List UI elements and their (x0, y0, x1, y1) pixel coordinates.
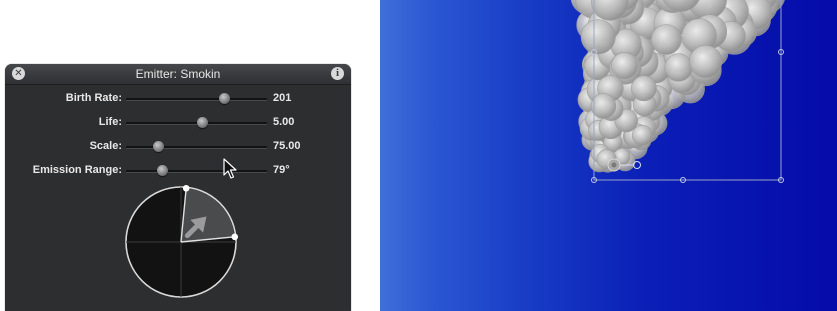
life-value[interactable]: 5.00 (273, 116, 294, 128)
birth-rate-slider-track[interactable] (126, 98, 267, 101)
scale-label: Scale: (89, 140, 122, 152)
emitter-hud-panel: ✕ Emitter: Smokin i Birth Rate: 201 Life… (5, 64, 351, 311)
mouse-pointer-icon (223, 158, 237, 179)
scale-value[interactable]: 75.00 (273, 140, 301, 152)
life-slider-thumb[interactable] (196, 117, 208, 128)
smoke-particle (631, 124, 653, 146)
birth-rate-label: Birth Rate: (65, 92, 122, 104)
range-handle-end[interactable] (231, 233, 239, 241)
emission-angle-dial[interactable] (123, 184, 239, 300)
life-label: Life: (98, 116, 122, 128)
smoke-particles (570, 0, 785, 173)
smoke-particle-emitter[interactable] (380, 0, 837, 311)
emission-range-slider-thumb[interactable] (157, 165, 169, 176)
smoke-particle (689, 44, 723, 79)
scale-slider-track[interactable] (126, 146, 267, 149)
emission-range-value[interactable]: 79° (273, 164, 290, 176)
param-row-life: Life: 5.00 (5, 115, 351, 131)
smoke-particle (650, 24, 682, 55)
birth-rate-value[interactable]: 201 (273, 92, 291, 104)
param-row-birth-rate: Birth Rate: 201 (5, 91, 351, 107)
emission-range-label: Emission Range: (32, 164, 122, 176)
smoke-particle (611, 52, 639, 80)
smoke-particle (664, 53, 693, 82)
range-handle-start[interactable] (182, 184, 190, 192)
param-row-scale: Scale: 75.00 (5, 139, 351, 155)
hud-title: Emitter: Smokin (135, 67, 221, 81)
hud-titlebar[interactable]: ✕ Emitter: Smokin i (5, 64, 351, 85)
emission-range-slider-track[interactable] (126, 170, 267, 173)
smoke-particle (590, 93, 617, 119)
param-row-emission-range: Emission Range: 79° (5, 163, 351, 179)
canvas-viewport[interactable] (380, 0, 837, 311)
smoke-particle (630, 75, 657, 102)
info-icon[interactable]: i (331, 67, 344, 80)
smoke-particle (580, 19, 616, 55)
scale-slider-thumb[interactable] (152, 141, 164, 152)
birth-rate-slider-thumb[interactable] (219, 93, 231, 104)
